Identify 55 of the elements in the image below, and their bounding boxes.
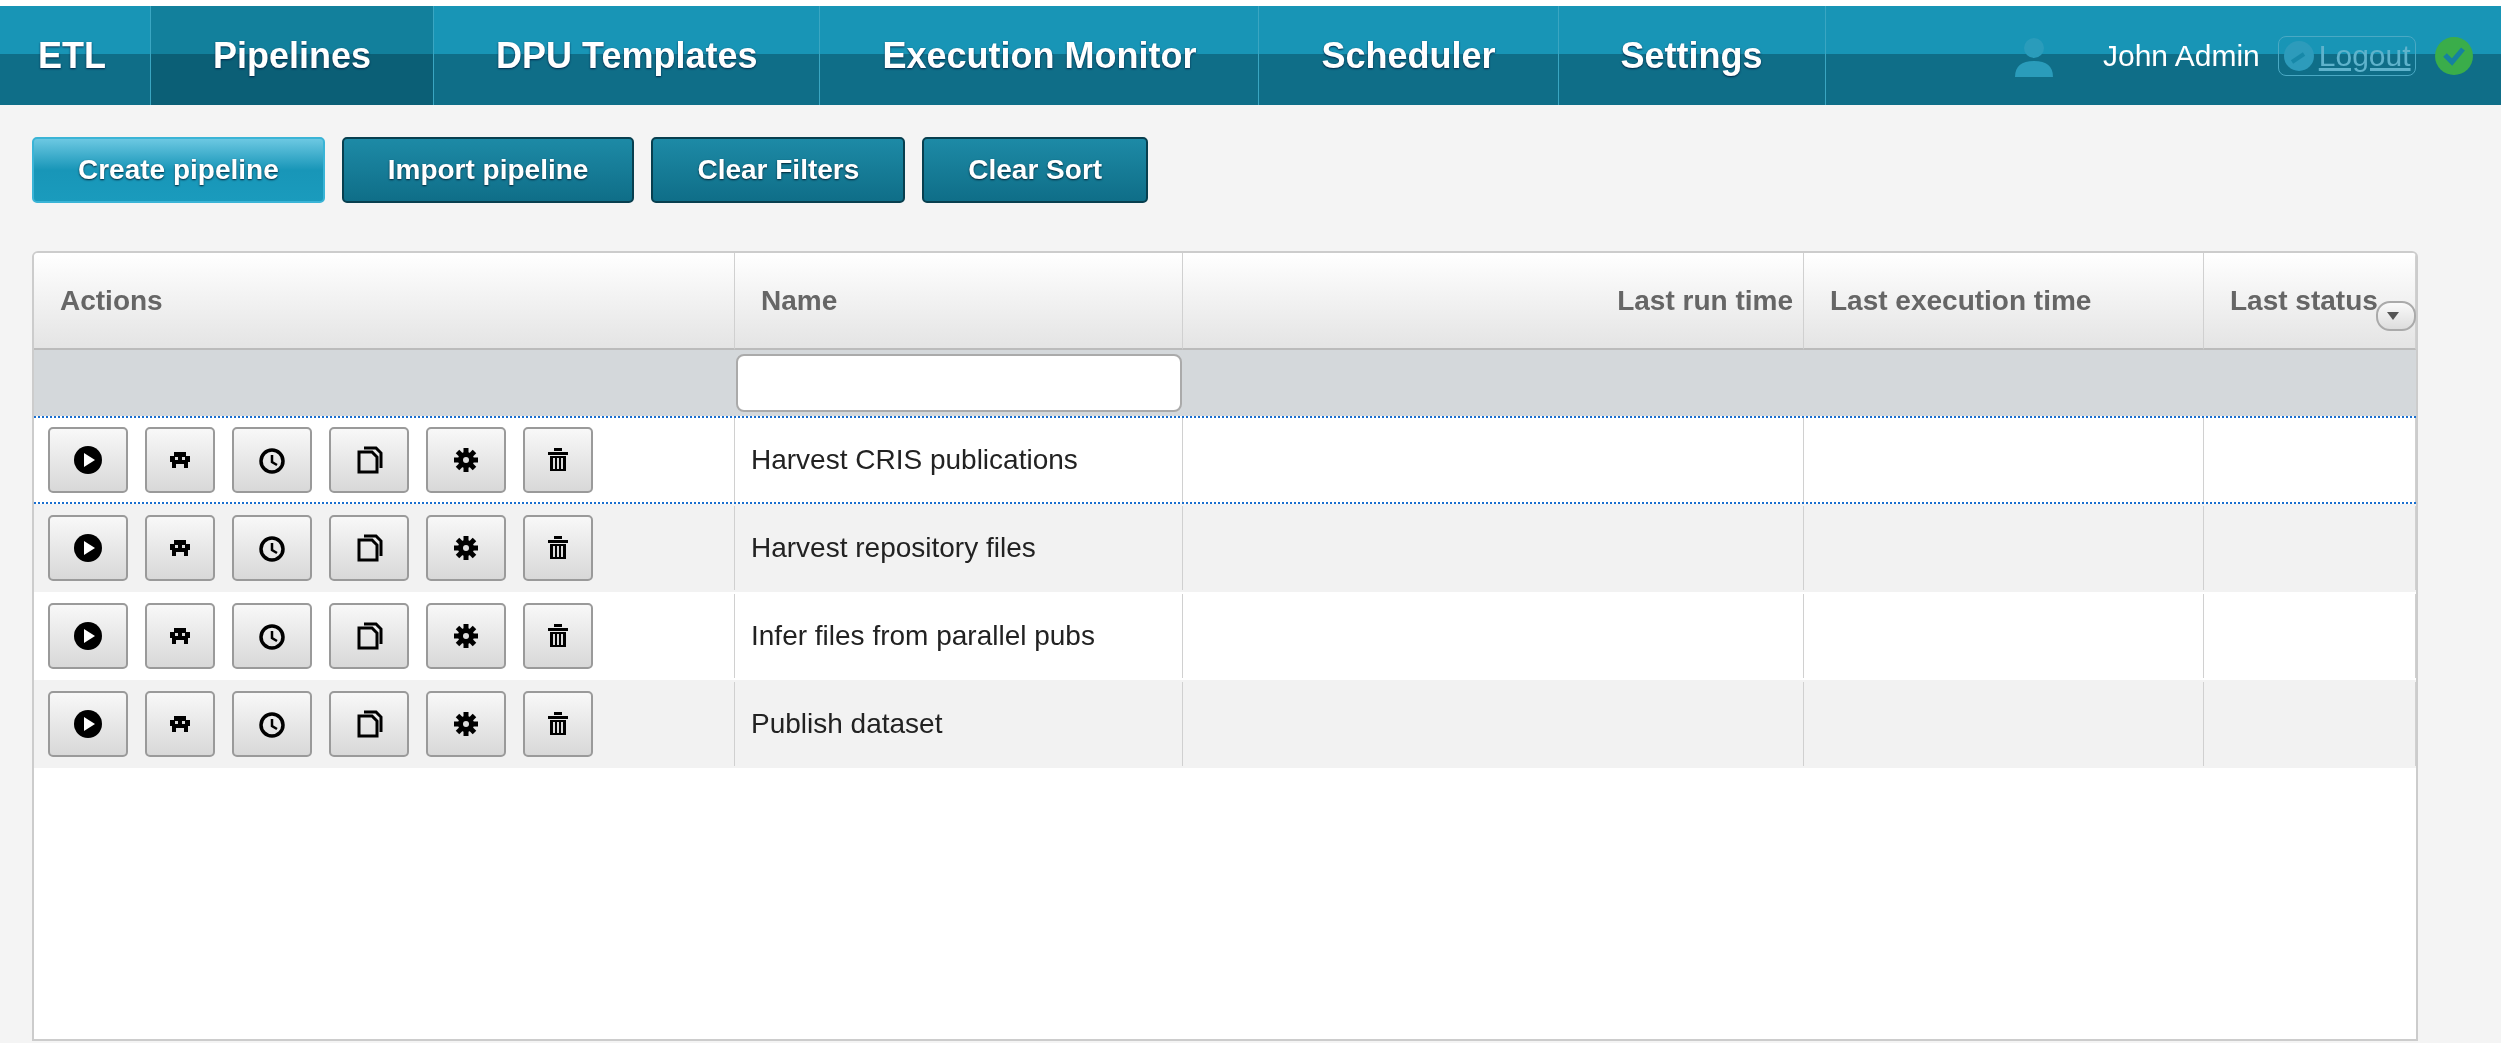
gear-button[interactable] xyxy=(426,691,506,757)
toolbar-button[interactable]: Clear Sort xyxy=(922,137,1149,203)
copy-button[interactable] xyxy=(329,515,409,581)
pipeline-name: Publish dataset xyxy=(751,708,943,740)
toolbar-button[interactable]: Clear Filters xyxy=(651,137,906,203)
toolbar-button[interactable]: Create pipeline xyxy=(32,137,325,203)
clock-button[interactable] xyxy=(232,603,312,669)
bug-button[interactable] xyxy=(145,515,215,581)
column-menu-button[interactable] xyxy=(2376,301,2416,331)
logout-icon xyxy=(2282,39,2315,72)
trash-button[interactable] xyxy=(523,427,593,493)
table-row[interactable]: Infer files from parallel pubs xyxy=(34,592,2416,680)
copy-button[interactable] xyxy=(329,427,409,493)
toolbar-button[interactable]: Import pipeline xyxy=(341,137,635,203)
play-button[interactable] xyxy=(48,515,128,581)
nav-tab[interactable]: Scheduler xyxy=(1259,6,1559,105)
nav-tab[interactable]: Settings xyxy=(1558,6,1826,105)
play-button[interactable] xyxy=(48,691,128,757)
nav-tab[interactable]: Pipelines xyxy=(151,6,435,105)
table-row[interactable]: Harvest CRIS publications xyxy=(34,416,2416,504)
table-row[interactable]: Harvest repository files xyxy=(34,504,2416,592)
column-header[interactable]: Last run time xyxy=(1183,253,1804,350)
copy-button[interactable] xyxy=(329,691,409,757)
column-header[interactable]: Name xyxy=(735,253,1183,350)
play-icon xyxy=(72,620,104,652)
bug-button[interactable] xyxy=(145,427,215,493)
trash-button[interactable] xyxy=(523,691,593,757)
pipeline-name: Harvest CRIS publications xyxy=(751,444,1078,476)
name-filter-field[interactable] xyxy=(736,354,1182,412)
gear-button[interactable] xyxy=(426,515,506,581)
user-name: John Admin xyxy=(2103,38,2260,73)
pipeline-name: Harvest repository files xyxy=(751,532,1036,564)
gear-button[interactable] xyxy=(426,603,506,669)
play-button[interactable] xyxy=(48,603,128,669)
bug-button[interactable] xyxy=(145,691,215,757)
trash-button[interactable] xyxy=(523,603,593,669)
table-row[interactable]: Publish dataset xyxy=(34,680,2416,768)
clock-button[interactable] xyxy=(232,515,312,581)
nav-tab[interactable]: Execution Monitor xyxy=(820,6,1260,105)
column-header[interactable]: Last status xyxy=(2204,253,2416,350)
caret-icon xyxy=(2386,311,2400,321)
clock-button[interactable] xyxy=(232,691,312,757)
play-icon xyxy=(72,708,104,740)
bug-button[interactable] xyxy=(145,603,215,669)
play-button[interactable] xyxy=(48,427,128,493)
trash-button[interactable] xyxy=(523,515,593,581)
clock-button[interactable] xyxy=(232,427,312,493)
play-icon xyxy=(72,532,104,564)
column-header[interactable]: Last execution time xyxy=(1804,253,2204,350)
nav-tab[interactable]: DPU Templates xyxy=(434,6,821,105)
column-header[interactable]: Actions xyxy=(34,253,735,350)
copy-button[interactable] xyxy=(329,603,409,669)
gear-button[interactable] xyxy=(426,427,506,493)
pipeline-name: Infer files from parallel pubs xyxy=(751,620,1095,652)
play-icon xyxy=(72,444,104,476)
